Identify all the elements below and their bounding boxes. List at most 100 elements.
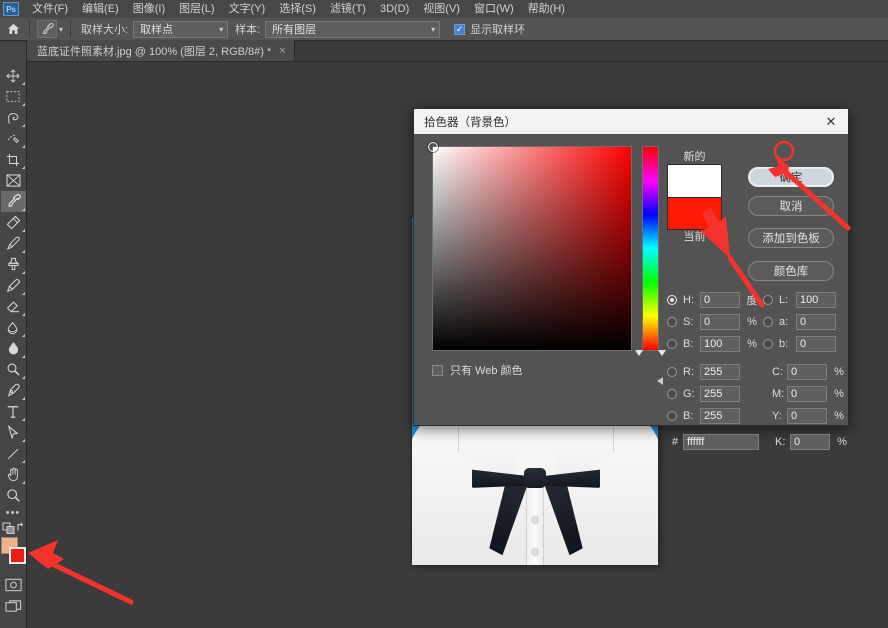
menu-view[interactable]: 视图(V) xyxy=(416,0,467,18)
unit-magenta: % xyxy=(834,387,844,400)
input-hue[interactable]: 0 xyxy=(700,291,740,308)
swap-colors-control[interactable] xyxy=(1,520,26,535)
sample-size-label: 取样大小: xyxy=(81,24,129,36)
color-field-cursor[interactable] xyxy=(428,142,438,152)
hue-slider-handle-left[interactable] xyxy=(635,350,643,356)
collapse-arrow-icon[interactable] xyxy=(657,377,663,385)
cancel-button[interactable]: 取消 xyxy=(748,196,834,216)
menu-file[interactable]: 文件(F) xyxy=(25,0,75,18)
menu-image[interactable]: 图像(I) xyxy=(126,0,172,18)
tool-flyout-indicator xyxy=(21,439,25,442)
radio-lab-b[interactable] xyxy=(763,338,773,349)
color-picker-dialog[interactable]: 拾色器（背景色） ✕ 只有 Web 颜色 新的 当前 确定 取消 添加到色板 颜… xyxy=(413,108,849,450)
input-yellow[interactable]: 0 xyxy=(787,407,827,424)
eraser-tool[interactable] xyxy=(1,296,26,317)
current-color-swatch[interactable] xyxy=(667,197,722,230)
new-color-swatch[interactable] xyxy=(667,164,722,197)
unit-saturation: % xyxy=(747,315,757,328)
quick-mask-icon[interactable] xyxy=(1,574,26,595)
marquee-tool[interactable] xyxy=(1,86,26,107)
home-icon[interactable] xyxy=(0,23,26,35)
input-hex[interactable]: ffffff xyxy=(683,433,759,450)
label-lab-b: b: xyxy=(779,337,789,350)
field-row-hex-k: # ffffff K: 0 % xyxy=(667,431,847,452)
quick-selection-tool[interactable] xyxy=(1,128,26,149)
hue-slider-handle-right[interactable] xyxy=(658,350,666,356)
hue-slider[interactable] xyxy=(635,146,666,356)
input-saturation[interactable]: 0 xyxy=(700,313,740,330)
color-libraries-button[interactable]: 颜色库 xyxy=(748,261,834,281)
show-sampling-ring-checkbox[interactable]: ✓ 显示取样环 xyxy=(454,21,525,37)
menu-type[interactable]: 文字(Y) xyxy=(222,0,273,18)
radio-blue[interactable] xyxy=(667,410,677,421)
chevron-down-icon: ▾ xyxy=(219,24,224,34)
brush-tool[interactable] xyxy=(1,233,26,254)
close-icon[interactable]: ✕ xyxy=(820,111,842,133)
dodge-tool[interactable] xyxy=(1,359,26,380)
line-tool[interactable] xyxy=(1,443,26,464)
background-color-swatch[interactable] xyxy=(8,547,26,564)
crop-tool[interactable] xyxy=(1,149,26,170)
menu-3d[interactable]: 3D(D) xyxy=(373,0,416,18)
input-cyan[interactable]: 0 xyxy=(787,363,827,380)
pen-tool[interactable] xyxy=(1,380,26,401)
chevron-down-icon: ▾ xyxy=(431,24,436,34)
input-blue[interactable]: 255 xyxy=(700,407,740,424)
edit-toolbar-button[interactable]: ••• xyxy=(1,506,26,520)
menu-help[interactable]: 帮助(H) xyxy=(521,0,572,18)
chevron-down-icon: ▾ xyxy=(59,24,64,34)
type-tool[interactable] xyxy=(1,401,26,422)
tool-flyout-indicator xyxy=(21,208,25,211)
healing-brush-tool[interactable] xyxy=(1,212,26,233)
web-colors-only-label: 只有 Web 颜色 xyxy=(450,365,523,377)
menu-edit[interactable]: 编辑(E) xyxy=(75,0,126,18)
ok-button[interactable]: 确定 xyxy=(748,167,834,187)
photo-shirt-button xyxy=(532,517,538,523)
lasso-tool[interactable] xyxy=(1,107,26,128)
input-magenta[interactable]: 0 xyxy=(787,385,827,402)
radio-hue[interactable] xyxy=(667,294,677,305)
close-icon[interactable]: × xyxy=(279,45,285,57)
menu-select[interactable]: 选择(S) xyxy=(272,0,323,18)
tool-flyout-indicator xyxy=(21,460,25,463)
gradient-tool[interactable] xyxy=(1,317,26,338)
tool-flyout-indicator xyxy=(21,271,25,274)
clone-stamp-tool[interactable] xyxy=(1,254,26,275)
input-green[interactable]: 255 xyxy=(700,385,740,402)
menu-bar: Ps 文件(F) 编辑(E) 图像(I) 图层(L) 文字(Y) 选择(S) 滤… xyxy=(0,0,888,18)
input-lab-a[interactable]: 0 xyxy=(796,313,836,330)
sample-select[interactable]: 所有图层 ▾ xyxy=(265,20,441,38)
add-to-swatches-button[interactable]: 添加到色板 xyxy=(748,228,834,248)
path-selection-tool[interactable] xyxy=(1,422,26,443)
history-brush-tool[interactable] xyxy=(1,275,26,296)
menu-window[interactable]: 窗口(W) xyxy=(467,0,521,18)
radio-lab-a[interactable] xyxy=(763,316,773,327)
color-swatches[interactable] xyxy=(0,536,26,566)
radio-brightness[interactable] xyxy=(667,338,677,349)
input-brightness[interactable]: 100 xyxy=(700,335,740,352)
input-red[interactable]: 255 xyxy=(700,363,740,380)
move-tool[interactable] xyxy=(1,65,26,86)
input-lab-l[interactable]: 100 xyxy=(796,291,836,308)
input-lab-b[interactable]: 0 xyxy=(796,335,836,352)
radio-red[interactable] xyxy=(667,366,677,377)
frame-tool[interactable] xyxy=(1,170,26,191)
radio-lab-l[interactable] xyxy=(763,294,773,305)
radio-green[interactable] xyxy=(667,388,677,399)
menu-layer[interactable]: 图层(L) xyxy=(172,0,221,18)
eyedropper-tool[interactable] xyxy=(0,191,26,212)
radio-saturation[interactable] xyxy=(667,316,677,327)
document-tab[interactable]: 蓝底证件照素材.jpg @ 100% (图层 2, RGB/8#) * × xyxy=(27,40,295,61)
menu-filter[interactable]: 滤镜(T) xyxy=(323,0,373,18)
sample-label: 样本: xyxy=(235,24,261,36)
screen-mode-icon[interactable] xyxy=(1,595,26,616)
field-row-h-l: H: 0 度 L: 100 xyxy=(667,289,847,310)
blur-tool[interactable] xyxy=(1,338,26,359)
sample-size-select[interactable]: 取样点 ▾ xyxy=(133,20,229,38)
zoom-tool[interactable] xyxy=(1,485,26,506)
web-colors-only-checkbox[interactable]: 只有 Web 颜色 xyxy=(432,362,523,378)
input-black[interactable]: 0 xyxy=(790,433,830,450)
hand-tool[interactable] xyxy=(1,464,26,485)
tool-preset-picker[interactable]: ▾ xyxy=(33,20,67,38)
saturation-brightness-field[interactable] xyxy=(428,142,632,351)
